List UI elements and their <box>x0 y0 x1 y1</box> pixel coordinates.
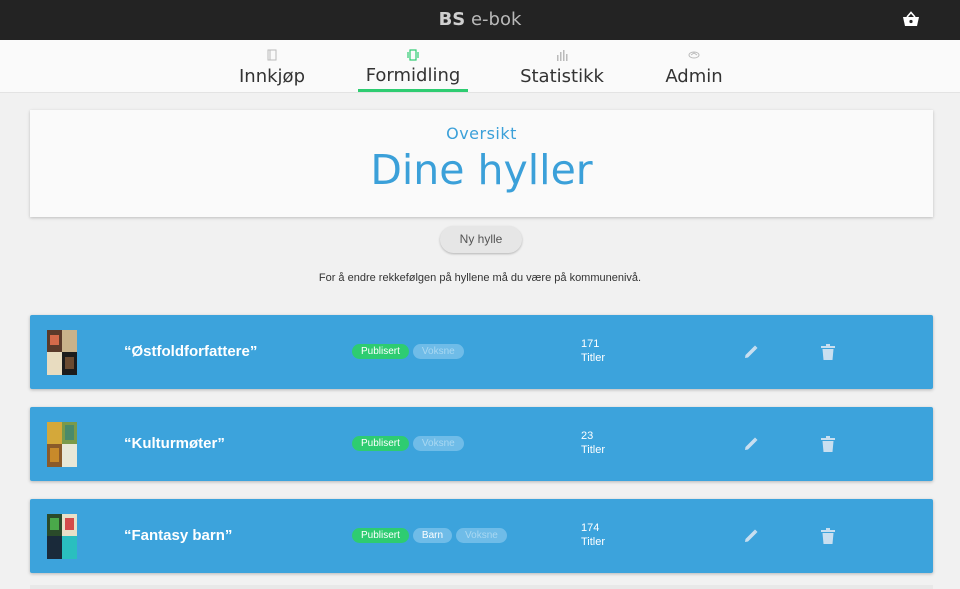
next-shelf-peek <box>30 585 933 589</box>
shelf-cover-collage <box>47 514 77 559</box>
title-count-label: Titler <box>581 536 606 548</box>
page-subtitle: Oversikt <box>446 124 517 143</box>
tab-label: Formidling <box>365 65 461 86</box>
shelf-cover-collage <box>47 330 77 375</box>
new-shelf-button[interactable]: Ny hylle <box>440 226 522 253</box>
brand-logo[interactable]: BS e-bok <box>0 9 960 30</box>
shelf-row[interactable]: “Østfoldforfattere” Publisert Voksne 171 … <box>30 315 933 389</box>
shelf-name[interactable]: “Østfoldforfattere” <box>124 343 257 360</box>
shopping-basket-icon[interactable] <box>902 11 920 29</box>
handshake-icon <box>688 51 700 59</box>
tab-admin[interactable]: Admin <box>660 40 728 93</box>
shelf-name[interactable]: “Kulturmøter” <box>124 435 225 452</box>
delete-trash-icon[interactable] <box>821 344 835 360</box>
tab-label: Admin <box>665 66 723 87</box>
bar-chart-icon <box>557 50 568 61</box>
tab-statistikk[interactable]: Statistikk <box>516 40 608 93</box>
shelf-row[interactable]: “Fantasy barn” Publisert Barn Voksne 174 T… <box>30 499 933 573</box>
status-badge-published: Publisert <box>352 436 409 451</box>
title-count: 174 Titler <box>581 521 605 549</box>
title-count-label: Titler <box>581 352 606 364</box>
tab-label: Statistikk <box>520 66 604 87</box>
status-badge-published: Publisert <box>352 528 409 543</box>
shelf-badges: Publisert Barn Voksne <box>352 528 511 544</box>
page-title: Dine hyller <box>370 146 593 194</box>
book-icon <box>267 49 277 61</box>
tab-innkjop[interactable]: Innkjøp <box>232 40 312 93</box>
shelf-badges: Publisert Voksne <box>352 344 468 360</box>
edit-pencil-icon[interactable] <box>743 528 759 544</box>
title-count-value: 171 <box>581 338 600 350</box>
title-count-value: 174 <box>581 522 600 534</box>
active-tab-indicator <box>358 89 468 92</box>
title-count: 23 Titler <box>581 429 605 457</box>
tab-label: Innkjøp <box>239 66 305 87</box>
overview-header-card: Oversikt Dine hyller <box>30 110 933 217</box>
carousel-icon <box>407 49 419 61</box>
title-count-value: 23 <box>581 430 594 442</box>
brand-rest: e-bok <box>465 9 522 30</box>
title-count: 171 Titler <box>581 337 605 365</box>
shelf-name[interactable]: “Fantasy barn” <box>124 527 232 544</box>
title-count-label: Titler <box>581 444 606 456</box>
delete-trash-icon[interactable] <box>821 436 835 452</box>
brand-bold: BS <box>438 9 466 30</box>
reorder-hint-text: For å endre rekkefølgen på hyllene må du… <box>318 272 642 284</box>
audience-badge: Barn <box>412 528 453 543</box>
shelf-cover-collage <box>47 422 77 467</box>
tab-formidling[interactable]: Formidling <box>358 40 468 93</box>
audience-badge: Voksne <box>456 528 507 543</box>
audience-badge: Voksne <box>412 436 464 451</box>
top-bar: BS e-bok <box>0 0 960 40</box>
status-badge-published: Publisert <box>352 344 409 359</box>
shelf-row[interactable]: “Kulturmøter” Publisert Voksne 23 Titler <box>30 407 933 481</box>
main-nav: Innkjøp Formidling Statistikk Admin <box>0 40 960 93</box>
shelf-badges: Publisert Voksne <box>352 436 468 452</box>
audience-badge: Voksne <box>412 344 464 359</box>
delete-trash-icon[interactable] <box>821 528 835 544</box>
edit-pencil-icon[interactable] <box>743 436 759 452</box>
edit-pencil-icon[interactable] <box>743 344 759 360</box>
